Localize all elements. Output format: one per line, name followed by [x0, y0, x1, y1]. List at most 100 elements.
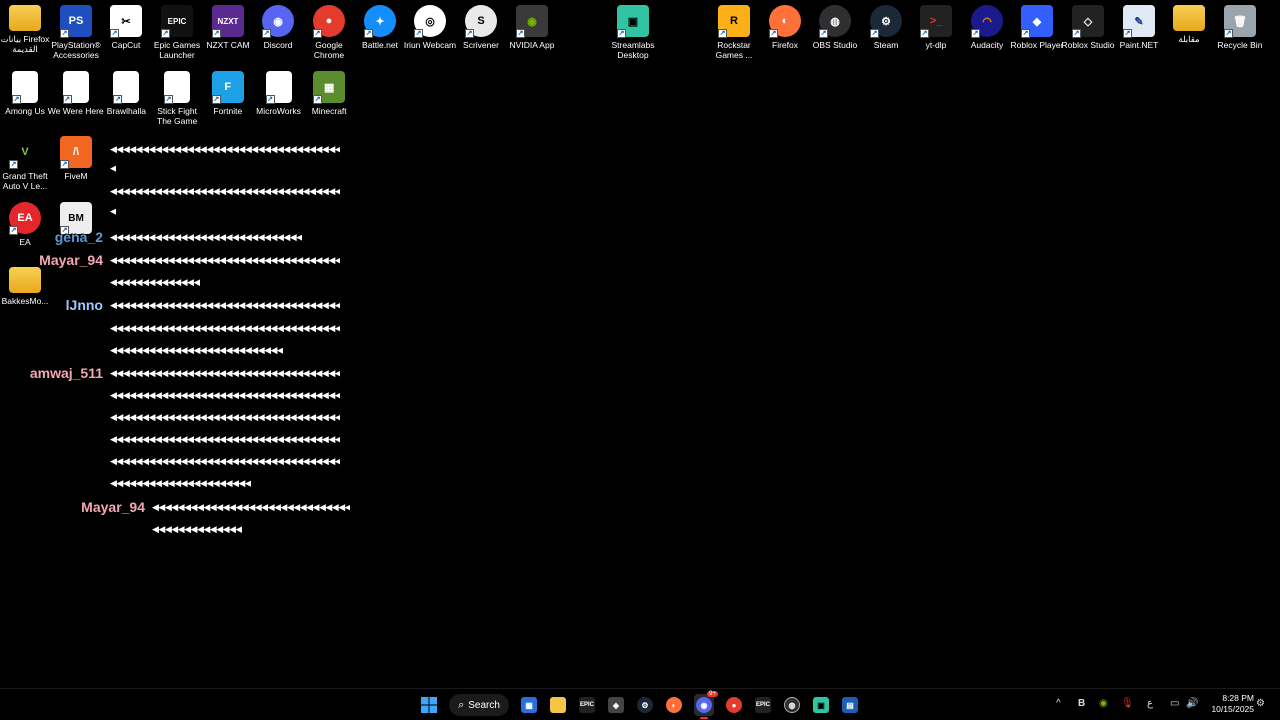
notification-bell-icon[interactable]: ⚙	[1256, 698, 1265, 709]
chat-message-line: ◀◀◀◀◀◀◀◀◀◀◀◀◀◀◀◀◀◀◀◀◀◀◀◀◀◀◀◀◀◀◀◀◀◀◀◀	[110, 391, 341, 401]
desktop-icon-label: NVIDIA App	[509, 40, 555, 50]
desktop-icon-label: Firefox	[772, 40, 798, 50]
desktop-icon-streamlabs-desktop[interactable]: ▣ ↗ Streamlabs Desktop	[608, 5, 658, 60]
desktop-icon-yt-dlp[interactable]: >_ ↗ yt-dlp	[911, 5, 961, 50]
chat-message-line: ◀◀◀◀◀◀◀◀◀◀◀◀◀◀	[152, 525, 242, 535]
chat-message-line: ◀◀◀◀◀◀◀◀◀◀◀◀◀◀◀◀◀◀◀◀◀◀◀◀◀◀◀◀◀◀◀◀◀◀◀◀	[110, 256, 341, 266]
volume-icon[interactable]: 🔊	[1186, 698, 1198, 709]
desktop-icon-firefox[interactable]: ◐ ↗ Firefox	[760, 5, 810, 50]
desktop-icon-label: مقابلة	[1178, 34, 1200, 44]
chat-message-line: ◀◀◀◀◀◀◀◀◀◀◀◀◀◀◀◀◀◀◀◀◀◀◀◀◀◀◀◀◀◀◀◀◀◀◀◀	[110, 369, 341, 379]
streamlabs-icon: ▣	[813, 697, 829, 713]
desktop-icon-roblox-studio[interactable]: ◇ ↗ Roblox Studio	[1061, 5, 1115, 50]
desktop-icon-audacity[interactable]: ◠ ↗ Audacity	[962, 5, 1012, 50]
show-hidden-icons-chevron[interactable]: ^	[1056, 698, 1061, 709]
clock[interactable]: 8:28 PM 10/15/2025	[1211, 693, 1254, 715]
recycle-bin-icon: 🗑 ↗	[1224, 5, 1256, 38]
desktop-icon-roblox-player[interactable]: ◆ ↗ Roblox Player	[1010, 5, 1064, 50]
paint-net-icon: ✎ ↗	[1123, 5, 1155, 38]
chat-message-line: ◀◀◀◀◀◀◀◀◀◀◀◀◀◀◀◀◀◀◀◀◀◀◀◀◀◀◀◀◀◀	[110, 233, 302, 243]
input-language-indicator[interactable]: ع	[1147, 698, 1153, 709]
chat-overlay: ◀◀◀◀◀◀◀◀◀◀◀◀◀◀◀◀◀◀◀◀◀◀◀◀◀◀◀◀◀◀◀◀◀◀◀◀ ◀ ◀◀◀…	[0, 0, 360, 560]
taskbar-search[interactable]: ⌕ Search	[449, 694, 509, 716]
chrome-icon: ●	[726, 697, 742, 713]
desktop-icon-label: Rockstar Games ...	[715, 40, 753, 60]
taskbar-obs[interactable]: ◍	[783, 694, 801, 716]
desktop-icon-item[interactable]: مقابلة	[1164, 5, 1214, 44]
taskbar: ⌕ Search ▦ EPIC ◈ ⚙ ◐ ◉ 9+ ● EPIC ◍ ▣ ▤ …	[0, 688, 1280, 720]
chat-username: lJnno	[65, 297, 103, 313]
obs-icon: ◍	[784, 697, 800, 713]
desktop-icon-paint-net[interactable]: ✎ ↗ Paint.NET	[1114, 5, 1164, 50]
chat-message-line: ◀◀◀◀◀◀◀◀◀◀◀◀◀◀◀◀◀◀◀◀◀◀	[110, 479, 251, 489]
active-indicator	[700, 717, 708, 719]
start-button[interactable]	[419, 694, 439, 716]
desktop-icon-iriun-webcam[interactable]: ◎ ↗ Iriun Webcam	[403, 5, 457, 50]
firefox-icon: ◐ ↗	[769, 5, 801, 38]
taskbar-file-explorer[interactable]	[549, 694, 567, 716]
taskbar-firefox[interactable]: ◐	[665, 694, 683, 716]
microphone-icon[interactable]: 🎙	[1121, 698, 1134, 709]
chat-message-line: ◀	[110, 164, 117, 174]
desktop-icon-label: OBS Studio	[812, 40, 858, 50]
battle-net-icon: ✦ ↗	[364, 5, 396, 38]
desktop: بيانات Firefox القديمة PS ↗ PlayStation® Ac…	[0, 0, 1280, 688]
desktop-icon-nvidia-app[interactable]: ◉ ↗ NVIDIA App	[507, 5, 557, 50]
desktop-icon-obs-studio[interactable]: ◍ ↗ OBS Studio	[810, 5, 860, 50]
chat-message-line: ◀◀◀◀◀◀◀◀◀◀◀◀◀◀◀◀◀◀◀◀◀◀◀◀◀◀◀◀◀◀◀◀◀◀◀◀	[110, 457, 341, 467]
taskbar-store[interactable]: ▦	[520, 694, 538, 716]
streamlabs-desktop-icon: ▣ ↗	[617, 5, 649, 38]
chat-message-line: ◀◀◀◀◀◀◀◀◀◀◀◀◀◀◀◀◀◀◀◀◀◀◀◀◀◀◀◀◀◀◀	[152, 503, 351, 513]
chat-message-line: ◀◀◀◀◀◀◀◀◀◀◀◀◀◀◀◀◀◀◀◀◀◀◀◀◀◀◀	[110, 346, 283, 356]
iriun-webcam-icon: ◎ ↗	[414, 5, 446, 38]
desktop-icon-label: Recycle Bin	[1217, 40, 1263, 50]
taskbar-streamlabs[interactable]: ▣	[812, 694, 830, 716]
desktop-icon-label: Iriun Webcam	[403, 40, 457, 50]
chat-username: Mayar_94	[81, 499, 145, 515]
steam-icon: ⚙	[637, 697, 653, 713]
desktop-icon-label: Steam	[873, 40, 899, 50]
chat-message-line: ◀◀◀◀◀◀◀◀◀◀◀◀◀◀◀◀◀◀◀◀◀◀◀◀◀◀◀◀◀◀◀◀◀◀◀◀	[110, 413, 341, 423]
firefox-icon: ◐	[666, 697, 682, 713]
folder-icon	[1173, 5, 1205, 31]
taskbar-epic-games[interactable]: EPIC	[578, 694, 596, 716]
chat-username: gena_2	[54, 229, 103, 245]
chat-message-line: ◀◀◀◀◀◀◀◀◀◀◀◀◀◀◀◀◀◀◀◀◀◀◀◀◀◀◀◀◀◀◀◀◀◀◀◀	[110, 324, 341, 334]
nvidia-tray-icon[interactable]: ◉	[1099, 698, 1108, 709]
discord-icon: ◉	[696, 697, 712, 713]
obs-studio-icon: ◍ ↗	[819, 5, 851, 38]
chat-message-line: ◀	[110, 207, 117, 217]
roblox-player-icon: ◆ ↗	[1021, 5, 1053, 38]
chat-username: Mayar_94	[39, 252, 103, 268]
epic-games-icon: EPIC	[755, 697, 771, 713]
taskbar-chrome[interactable]: ●	[725, 694, 743, 716]
nvidia-app-icon: ◉ ↗	[516, 5, 548, 38]
taskbar-epic-games-2[interactable]: EPIC	[754, 694, 772, 716]
bakkesmod-tray-icon[interactable]: B	[1078, 698, 1085, 709]
desktop-icon-label: Streamlabs Desktop	[611, 40, 655, 60]
scrivener-icon: S ↗	[465, 5, 497, 38]
chat-message-line: ◀◀◀◀◀◀◀◀◀◀◀◀◀◀◀◀◀◀◀◀◀◀◀◀◀◀◀◀◀◀◀◀◀◀◀◀	[110, 187, 341, 197]
desktop-icon-recycle-bin[interactable]: 🗑 ↗ Recycle Bin	[1215, 5, 1265, 50]
windows-icon	[421, 697, 437, 713]
roblox-studio-icon: ◇ ↗	[1072, 5, 1104, 38]
notification-badge: 9+	[707, 691, 718, 697]
chat-message-line: ◀◀◀◀◀◀◀◀◀◀◀◀◀◀◀◀◀◀◀◀◀◀◀◀◀◀◀◀◀◀◀◀◀◀◀◀	[110, 435, 341, 445]
network-icon[interactable]: ▭	[1170, 698, 1179, 709]
desktop-icon-rockstar-games[interactable]: R ↗ Rockstar Games ...	[709, 5, 759, 60]
folder-icon	[550, 697, 566, 713]
taskbar-steam[interactable]: ⚙	[636, 694, 654, 716]
taskbar-remote-app[interactable]: ▤	[841, 694, 859, 716]
clock-time: 8:28 PM	[1222, 693, 1254, 703]
desktop-icon-battle-net[interactable]: ✦ ↗ Battle.net	[355, 5, 405, 50]
desktop-icon-steam[interactable]: ⚙ ↗ Steam	[861, 5, 911, 50]
taskbar-unity[interactable]: ◈	[607, 694, 625, 716]
chat-message-line: ◀◀◀◀◀◀◀◀◀◀◀◀◀◀◀◀◀◀◀◀◀◀◀◀◀◀◀◀◀◀◀◀◀◀◀◀	[110, 145, 341, 155]
store-icon: ▦	[521, 697, 537, 713]
desktop-icon-label: Roblox Studio	[1061, 40, 1115, 50]
chat-message-line: ◀◀◀◀◀◀◀◀◀◀◀◀◀◀◀◀◀◀◀◀◀◀◀◀◀◀◀◀◀◀◀◀◀◀◀◀	[110, 301, 341, 311]
desktop-icon-label: Roblox Player	[1010, 40, 1064, 50]
desktop-icon-scrivener[interactable]: S ↗ Scrivener	[456, 5, 506, 50]
rockstar-games-icon: R ↗	[718, 5, 750, 38]
taskbar-discord[interactable]: ◉ 9+	[694, 691, 718, 719]
